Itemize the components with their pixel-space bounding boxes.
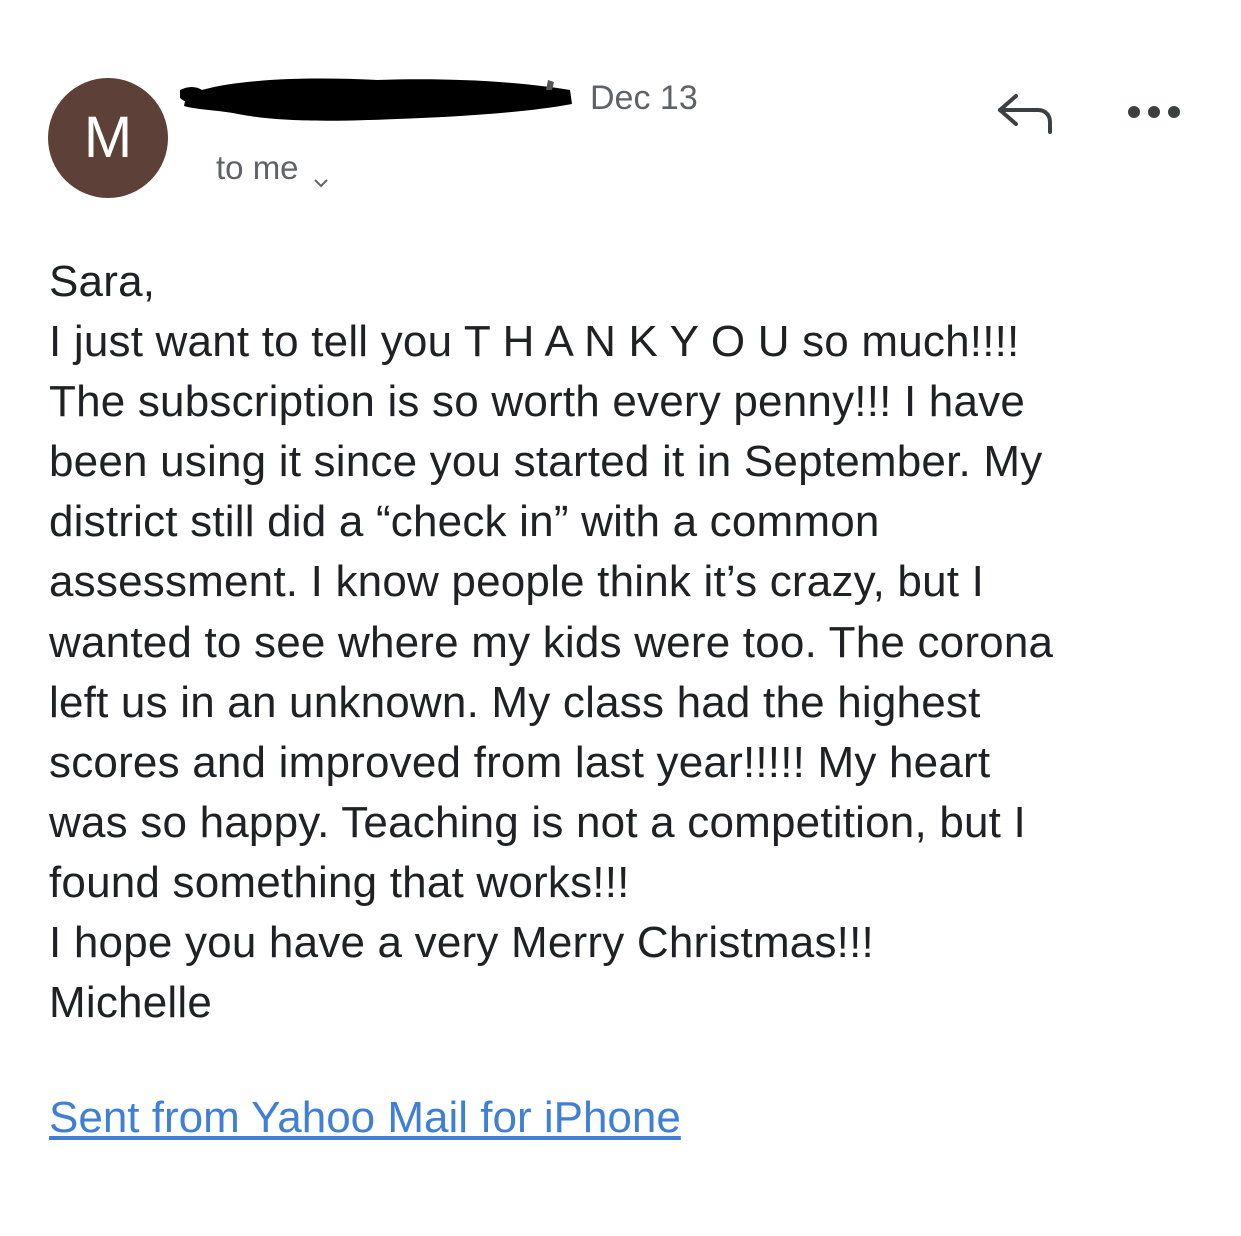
signature-name: Michelle [49, 978, 212, 1028]
reply-button[interactable] [990, 86, 1060, 142]
sender-name-redacted [178, 74, 576, 124]
body-line: The subscription is so worth every penny… [49, 377, 1026, 427]
body-line: district still did a “check in” with a c… [49, 497, 880, 547]
body-line: I hope you have a very Merry Christmas!!… [49, 918, 874, 968]
body-line: Sara, [49, 257, 156, 306]
body-line: wanted to see where my kids were too. Th… [49, 617, 1054, 667]
body-line: was so happy. Teaching is not a competit… [49, 797, 1026, 847]
sender-avatar[interactable]: M [48, 78, 168, 198]
recipient-label: to me [216, 149, 299, 186]
message-date: Dec 13 [590, 79, 698, 117]
body-line: been using it since you started it in Se… [49, 437, 1043, 487]
body-line: assessment. I know people think it’s cra… [49, 557, 985, 607]
recipient-toggle[interactable]: to me [216, 148, 329, 188]
chevron-down-icon [313, 160, 329, 188]
more-options-button[interactable] [1124, 92, 1188, 132]
sent-from-yahoo-link[interactable]: Sent from Yahoo Mail for iPhone [49, 1090, 681, 1146]
message-body: Sara, I just want to tell you T H A N K … [49, 252, 1209, 1033]
more-horizontal-icon [1124, 106, 1188, 136]
body-line: scores and improved from last year!!!!! … [49, 737, 991, 787]
body-line: I just want to tell you T H A N K Y O U … [49, 317, 1020, 367]
reply-icon [990, 94, 1060, 146]
message-header: M Dec 13 to me [0, 0, 1241, 220]
body-line: found something that works!!! [49, 857, 630, 907]
body-line: left us in an unknown. My class had the … [49, 677, 981, 727]
